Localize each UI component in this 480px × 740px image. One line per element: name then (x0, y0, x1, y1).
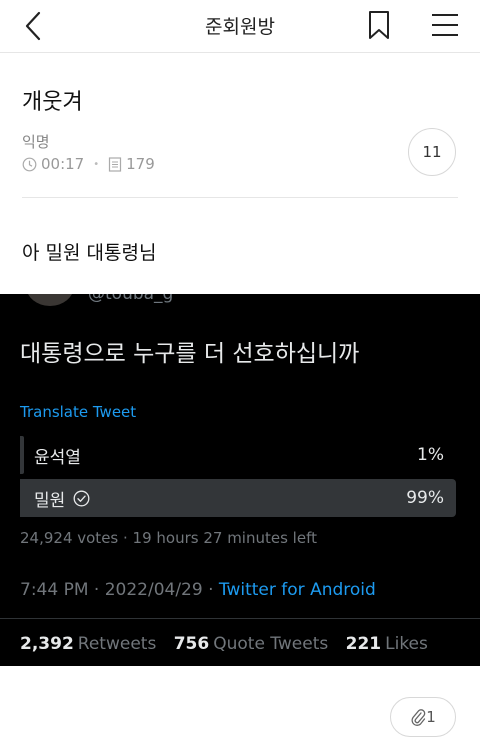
hamburger-menu-icon (432, 14, 458, 36)
post-body: 아 밀원 대통령님 (22, 242, 157, 264)
attachment-count: 1 (426, 708, 436, 726)
tweet-source: Twitter for Android (218, 580, 376, 600)
board-title: 준회원방 (205, 16, 275, 38)
avatar (26, 294, 74, 306)
paperclip-icon (411, 709, 426, 726)
tweet-divider (0, 618, 480, 619)
comment-count: 11 (422, 143, 442, 161)
post-author: 익명 (22, 133, 50, 151)
likes-count: 221 (345, 634, 382, 654)
poll-option: 윤석열 1% (20, 436, 456, 474)
retweets-label: Retweets (77, 634, 157, 654)
bookmark-button[interactable] (365, 10, 393, 40)
top-nav-bar: 준회원방 (0, 0, 480, 53)
tweet-handle: @touba_g (88, 294, 174, 304)
post-views: 179 (126, 155, 155, 173)
retweets-count: 2,392 (20, 634, 74, 654)
check-circle-icon (73, 490, 90, 506)
clock-icon (22, 157, 37, 171)
post-title: 개웃겨 (22, 90, 83, 115)
tweet-timestamp: 7:44 PM · 2022/04/29 · Twitter for Andro… (20, 580, 376, 600)
tweet-screenshot: @touba_g 대통령으로 누구를 더 선호하십니까 Translate Tw… (0, 294, 480, 666)
attachment-button[interactable]: 1 (390, 697, 456, 737)
poll-option-percent: 99% (406, 488, 444, 508)
meta-separator: • (93, 158, 100, 170)
tweet-time: 7:44 PM · 2022/04/29 · (20, 580, 219, 600)
poll-option-selected: 밀원 99% (20, 479, 456, 517)
document-icon (109, 156, 122, 172)
quotes-label: Quote Tweets (213, 634, 329, 654)
tweet-text: 대통령으로 누구를 더 선호하십니까 (20, 341, 360, 367)
poll-option-label: 밀원 (34, 490, 66, 511)
post-meta: 00:17 • 179 (22, 155, 155, 173)
comment-count-button[interactable]: 11 (408, 128, 456, 176)
poll-votes-info: 24,924 votes · 19 hours 27 minutes left (20, 529, 317, 547)
tweet-stats: 2,392 Retweets 756 Quote Tweets 221 Likes (20, 634, 428, 654)
bookmark-icon (369, 11, 389, 39)
translate-tweet-link[interactable]: Translate Tweet (20, 403, 136, 421)
poll-option-label-group: 밀원 (34, 486, 90, 511)
post-time: 00:17 (41, 155, 85, 173)
header-divider (22, 197, 458, 198)
menu-button[interactable] (430, 12, 460, 38)
poll-option-percent: 1% (417, 445, 444, 465)
poll-option-label: 윤석열 (34, 447, 81, 468)
likes-label: Likes (385, 634, 428, 654)
quotes-count: 756 (173, 634, 210, 654)
